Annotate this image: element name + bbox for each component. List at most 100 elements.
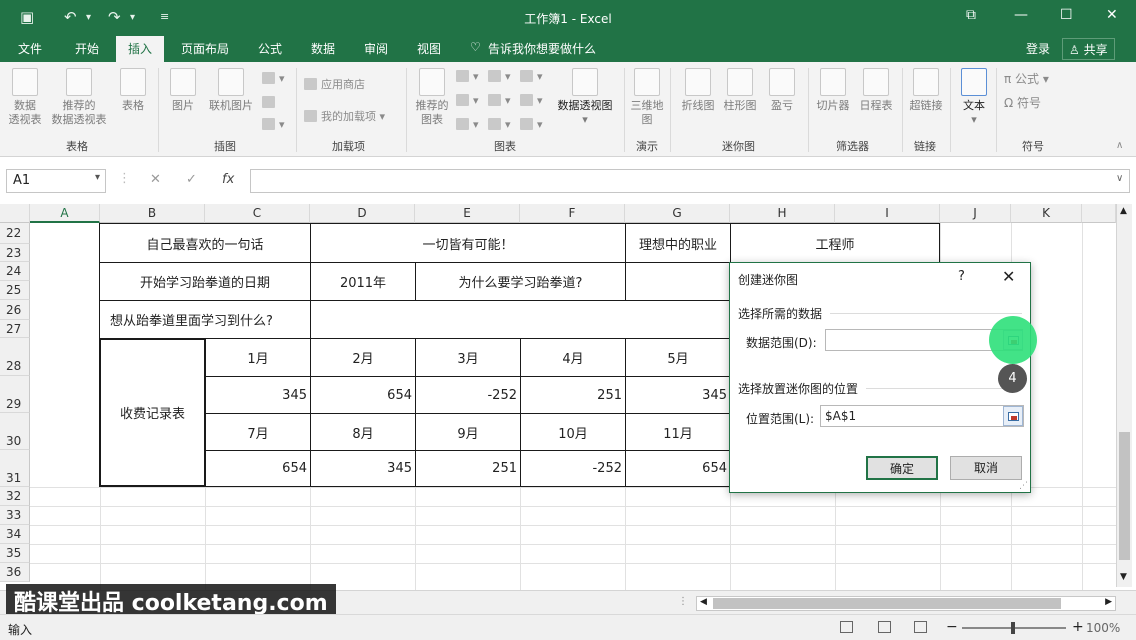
my-addins-button[interactable]: 我的加载项 ▾	[304, 108, 385, 124]
tab-insert[interactable]: 插入	[116, 36, 165, 62]
row-header-30[interactable]: 30	[0, 413, 30, 450]
column-header-g[interactable]: G	[625, 204, 730, 223]
smartart-icon[interactable]	[262, 96, 279, 109]
column-header-c[interactable]: C	[205, 204, 310, 223]
scroll-down-icon[interactable]: ▼	[1120, 572, 1127, 582]
tab-view[interactable]: 视图	[417, 40, 441, 57]
insert-function-icon[interactable]: fx	[222, 172, 234, 187]
picture-button[interactable]: 图片	[166, 68, 200, 113]
location-range-input[interactable]: $A$1	[820, 405, 1024, 427]
scatter-chart-icon[interactable]: ▾	[488, 118, 511, 131]
stat-chart-icon[interactable]: ▾	[488, 94, 511, 107]
line-chart-icon[interactable]: ▾	[456, 94, 479, 107]
cell-value[interactable]: -252	[520, 450, 626, 487]
row-header-33[interactable]: 33	[0, 506, 30, 525]
formula-input[interactable]	[250, 169, 1130, 193]
cell-fee-label[interactable]: 收费记录表	[99, 338, 206, 487]
dialog-close-button[interactable]: ✕	[1002, 267, 1015, 286]
sign-in-link[interactable]: 登录	[1026, 40, 1050, 57]
cell-month[interactable]: 4月	[520, 338, 626, 377]
cell-start-date-label[interactable]: 开始学习跆拳道的日期	[99, 262, 311, 301]
horizontal-scrollbar[interactable]: ◀ ▶	[696, 596, 1116, 611]
cell-ideal-job[interactable]: 工程师	[730, 223, 940, 263]
timeline-button[interactable]: 日程表	[856, 68, 896, 113]
app-store-button[interactable]: 应用商店	[304, 76, 365, 92]
collapse-ribbon-icon[interactable]: ∧	[1116, 140, 1123, 151]
cell-value[interactable]: 345	[205, 376, 311, 414]
sparkline-winloss-button[interactable]: 盈亏	[764, 68, 800, 113]
combo-chart-icon[interactable]: ▾	[520, 94, 543, 107]
recommended-pivot-button[interactable]: 推荐的 数据透视表	[46, 68, 112, 127]
cancel-button[interactable]: 取消	[950, 456, 1022, 480]
row-header-29[interactable]: 29	[0, 376, 30, 413]
scroll-left-icon[interactable]: ◀	[700, 597, 707, 607]
tab-page-layout[interactable]: 页面布局	[181, 40, 229, 57]
row-header-31[interactable]: 31	[0, 450, 30, 487]
pivot-chart-button[interactable]: 数据透视图 ▾	[552, 68, 618, 127]
page-break-view-icon[interactable]	[914, 621, 927, 633]
equation-button[interactable]: π 公式 ▾	[1004, 70, 1049, 87]
sparkline-column-button[interactable]: 柱形图	[720, 68, 760, 113]
cell-month[interactable]: 1月	[205, 338, 311, 377]
pie-chart-icon[interactable]: ▾	[456, 118, 479, 131]
cell-value[interactable]: 251	[520, 376, 626, 414]
column-header-i[interactable]: I	[835, 204, 940, 223]
cell-month[interactable]: 11月	[625, 413, 731, 451]
row-header-28[interactable]: 28	[0, 338, 30, 376]
cell-learn-label[interactable]: 想从跆拳道里面学习到什么?	[99, 300, 311, 339]
recommended-charts-button[interactable]: 推荐的 图表	[412, 68, 452, 127]
pivot-table-button[interactable]: 数据 透视表	[6, 68, 44, 127]
row-header-32[interactable]: 32	[0, 487, 30, 506]
screenshot-icon[interactable]: ▾	[262, 118, 285, 131]
cell-favorite-quote-label[interactable]: 自己最喜欢的一句话	[99, 223, 311, 263]
column-header-f[interactable]: F	[520, 204, 625, 223]
cancel-icon[interactable]: ✕	[150, 172, 161, 187]
hyperlink-button[interactable]: 超链接	[906, 68, 946, 113]
normal-view-icon[interactable]	[840, 621, 853, 633]
row-header-27[interactable]: 27	[0, 320, 30, 338]
row-header-35[interactable]: 35	[0, 544, 30, 563]
enter-icon[interactable]: ✓	[186, 172, 197, 187]
cell-value[interactable]: 251	[415, 450, 521, 487]
tab-file[interactable]: 文件	[18, 40, 42, 57]
row-header-34[interactable]: 34	[0, 525, 30, 544]
zoom-level[interactable]: 100%	[1086, 621, 1120, 635]
cell-value[interactable]: 345	[625, 376, 731, 414]
cell-month[interactable]: 3月	[415, 338, 521, 377]
row-header-25[interactable]: 25	[0, 281, 30, 300]
cell-why-label[interactable]: 为什么要学习跆拳道?	[415, 262, 626, 301]
waterfall-chart-icon[interactable]: ▾	[520, 70, 543, 83]
sparkline-line-button[interactable]: 折线图	[678, 68, 718, 113]
scroll-up-icon[interactable]: ▲	[1120, 206, 1127, 216]
cell-value[interactable]: 345	[310, 450, 416, 487]
cell-value[interactable]: 654	[625, 450, 731, 487]
cell-learn-answer[interactable]	[310, 300, 731, 339]
column-header-k[interactable]: K	[1011, 204, 1082, 223]
split-handle-icon[interactable]: ⋮	[678, 596, 688, 607]
cell-month[interactable]: 2月	[310, 338, 416, 377]
cell-ideal-job-label[interactable]: 理想中的职业	[625, 223, 731, 263]
cell-value[interactable]: 654	[310, 376, 416, 414]
column-header-a[interactable]: A	[30, 204, 100, 223]
row-header-24[interactable]: 24	[0, 262, 30, 281]
zoom-out-icon[interactable]: −	[946, 619, 958, 635]
page-layout-view-icon[interactable]	[878, 621, 891, 633]
cell-value[interactable]: -252	[415, 376, 521, 414]
ribbon-display-icon[interactable]: ⧉	[966, 7, 976, 23]
collapse-dialog-button[interactable]	[1003, 406, 1023, 426]
column-header-d[interactable]: D	[310, 204, 415, 223]
name-box[interactable]: A1 ▾	[6, 169, 106, 193]
column-header-e[interactable]: E	[415, 204, 520, 223]
select-all-corner[interactable]	[0, 204, 30, 223]
shapes-icon[interactable]: ▾	[262, 72, 285, 85]
column-chart-icon[interactable]: ▾	[456, 70, 479, 83]
symbol-button[interactable]: Ω 符号	[1004, 94, 1041, 111]
row-header-36[interactable]: 36	[0, 563, 30, 582]
maximize-button[interactable]: ☐	[1060, 7, 1073, 23]
online-picture-button[interactable]: 联机图片	[204, 68, 258, 113]
cell-value[interactable]: 654	[205, 450, 311, 487]
tab-data[interactable]: 数据	[311, 40, 335, 57]
cell-month[interactable]: 10月	[520, 413, 626, 451]
cell-start-year[interactable]: 2011年	[310, 262, 416, 301]
vertical-scroll-thumb[interactable]	[1119, 432, 1130, 560]
